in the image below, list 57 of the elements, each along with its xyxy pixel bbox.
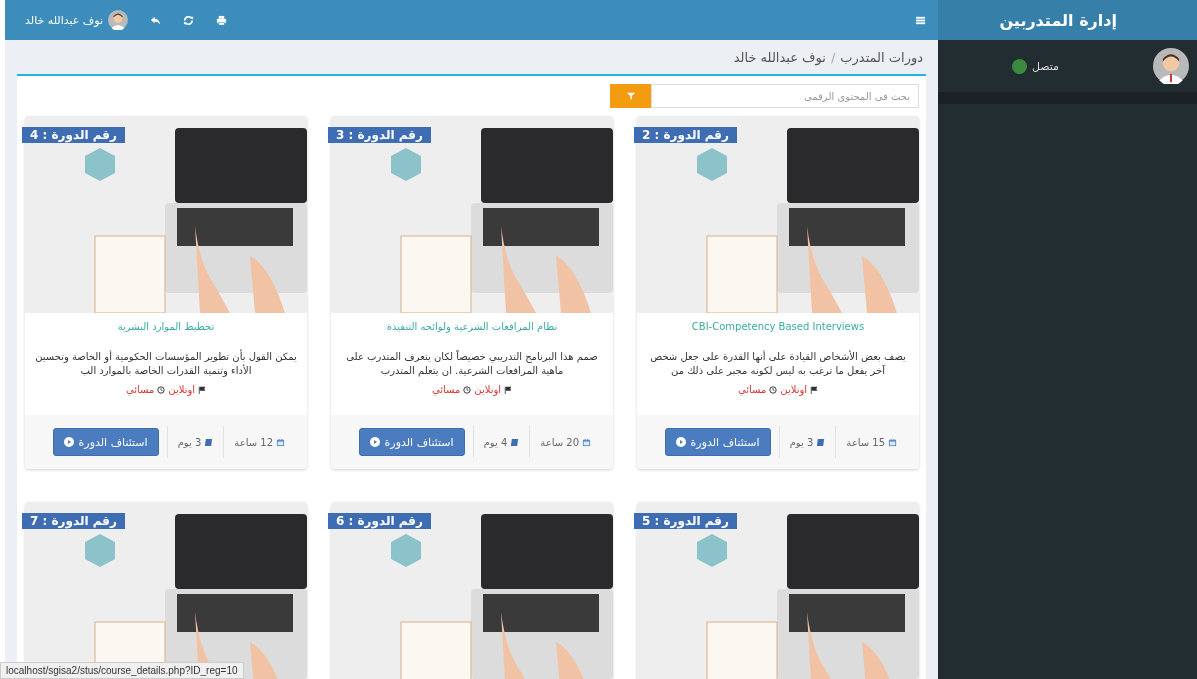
flag-icon [810,385,819,394]
course-hours: 15 ساعة [846,436,885,448]
course-description: صمم هذا البرنامج التدريبي خصيصاً لكان يتعرف المتدرب على ماهية المرافعات الشرعية. ان يتعلم المتدرب [345,350,599,378]
course-mode: اونلاين [168,384,196,395]
resume-course-button[interactable]: استئناف الدورة [52,428,159,456]
course-hours: 20 ساعة [540,436,579,448]
course-days: 4 يوم [483,436,508,448]
status-label: متصل [1031,59,1059,73]
app-title: إدارة المتدربين [999,10,1117,30]
course-number-label: رقم الدورة : 2 [634,127,737,143]
course-title-link[interactable]: تخطيط الموارد البشرية [35,321,297,332]
menu-icon[interactable] [915,14,926,26]
course-description: يمكن القول بأن تطوير المؤسسات الحكومية أو الخاصة وتحسين الأداء وتنمية القدرات الخاصة بالموارد الب [35,350,297,378]
calendar-icon [276,437,285,447]
course-number-label: رقم الدورة : 7 [22,513,125,529]
play-icon [63,437,74,447]
course-number-label: رقم الدورة : 5 [634,513,737,529]
refresh-icon[interactable] [183,14,195,26]
user-name[interactable]: نوف عبدالله خالد [25,13,104,27]
status-bar-url: localhost/sgisa2/stus/course_details.php?ID_reg=10 [0,662,244,679]
course-mode: اونلاين [780,384,808,395]
breadcrumb-current: نوف عبدالله خالد [733,49,826,65]
course-time: مسائي [737,384,767,395]
play-icon [675,437,686,447]
course-days: 3 يوم [177,436,202,448]
avatar-icon [1153,48,1189,84]
clock-icon [157,385,166,394]
clock-icon [463,385,472,394]
print-icon[interactable] [216,14,228,26]
flag-icon [504,385,513,394]
course-title-link[interactable]: CBI-Competency Based Interviews [647,321,909,332]
course-description: يصف بعض الأشخاص القيادة على أنها القدرة على جعل شخص آخر يفعل ما ترغب به ليس لكونه مجبر على ذلك من [649,350,907,378]
flag-icon [198,385,207,394]
resume-course-button[interactable]: استئناف الدورة [664,428,771,456]
calendar-icon [582,437,591,447]
search-field[interactable]: بحث في المحتوي الرقمي [651,84,919,108]
clock-icon [769,385,778,394]
course-time: مسائي [125,384,155,395]
course-hours: 12 ساعة [234,436,273,448]
avatar-icon[interactable] [108,10,129,30]
filter-icon [626,92,635,100]
course-number-label: رقم الدورة : 4 [22,127,125,143]
course-time: مسائي [431,384,461,395]
course-number-label: رقم الدورة : 6 [328,513,431,529]
calendar-icon [888,437,897,447]
course-title-link[interactable]: نظام المرافعات الشرعية ولوائحه التنفيذة [341,321,603,332]
course-days: 3 يوم [789,436,814,448]
book-icon [204,437,214,447]
book-icon [816,437,826,447]
course-number-label: رقم الدورة : 3 [328,127,431,143]
course-mode: اونلاين [474,384,502,395]
reply-icon[interactable] [150,14,162,26]
play-icon [369,437,380,447]
breadcrumb-separator: / [830,49,836,65]
book-icon [510,437,520,447]
breadcrumb-section[interactable]: دورات المتدرب [840,49,923,65]
resume-course-button[interactable]: استئناف الدورة [358,428,465,456]
